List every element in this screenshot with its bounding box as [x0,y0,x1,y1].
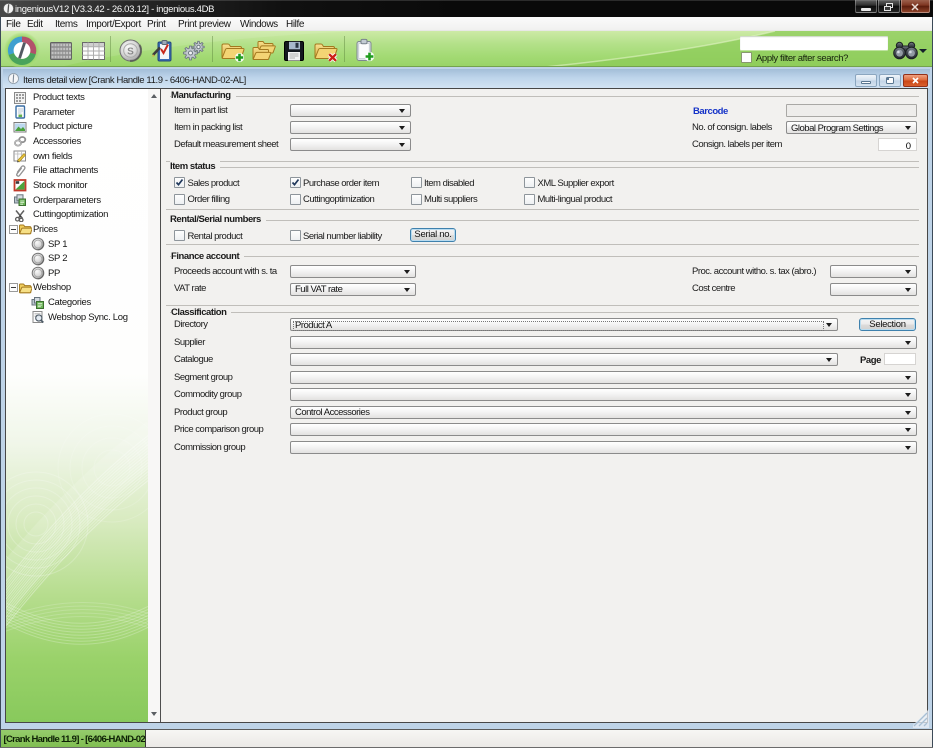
svg-text:S: S [127,46,134,57]
